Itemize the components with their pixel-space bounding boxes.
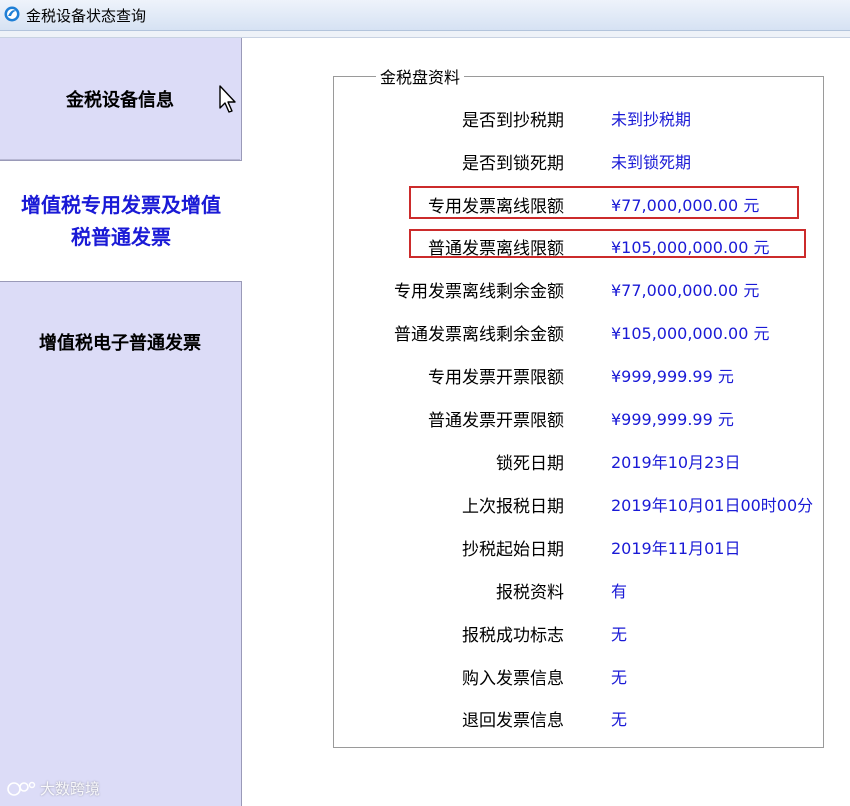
row-label: 专用发票开票限额 xyxy=(428,368,564,388)
info-row: 报税成功标志 无 xyxy=(334,617,850,647)
info-row: 购入发票信息 无 xyxy=(334,660,850,690)
row-value: 无 xyxy=(611,710,628,729)
row-label: 抄税起始日期 xyxy=(462,540,564,560)
title-divider xyxy=(0,31,850,38)
tab-vat-electronic-invoice[interactable]: 增值税电子普通发票 xyxy=(0,310,240,374)
row-label: 报税资料 xyxy=(496,583,564,603)
row-value: 无 xyxy=(611,625,628,644)
row-value: ¥999,999.99 元 xyxy=(611,367,734,386)
info-row: 报税资料 有 xyxy=(334,574,850,604)
row-value: ¥77,000,000.00 元 xyxy=(611,196,760,215)
tab-tax-device-info[interactable]: 金税设备信息 xyxy=(0,38,240,160)
app-logo-icon xyxy=(4,6,20,22)
row-value: 2019年10月01日00时00分 xyxy=(611,496,814,515)
row-value: ¥77,000,000.00 元 xyxy=(611,281,760,300)
info-row: 抄税起始日期 2019年11月01日 xyxy=(334,531,850,561)
row-value: 未到锁死期 xyxy=(611,153,692,172)
watermark-text: 大数跨境 xyxy=(40,780,101,798)
row-label: 退回发票信息 xyxy=(462,711,564,731)
window-title: 金税设备状态查询 xyxy=(26,7,147,25)
row-label: 是否到抄税期 xyxy=(462,111,564,131)
info-row: 普通发票离线限额 ¥105,000,000.00 元 xyxy=(334,230,850,260)
groupbox-legend: 金税盘资料 xyxy=(376,64,465,88)
row-value: 2019年10月23日 xyxy=(611,453,741,472)
row-label: 上次报税日期 xyxy=(462,497,564,517)
watermark-logo-icon xyxy=(7,781,36,796)
info-row: 退回发票信息 无 xyxy=(334,702,850,732)
row-label: 购入发票信息 xyxy=(462,669,564,689)
tab-label: 增值税电子普通发票 xyxy=(39,333,201,354)
info-row: 普通发票离线剩余金额 ¥105,000,000.00 元 xyxy=(334,316,850,346)
info-row: 专用发票离线限额 ¥77,000,000.00 元 xyxy=(334,188,850,218)
row-value: ¥105,000,000.00 元 xyxy=(611,324,770,343)
info-row: 专用发票开票限额 ¥999,999.99 元 xyxy=(334,359,850,389)
tab-label: 金税设备信息 xyxy=(66,89,174,111)
row-label: 报税成功标志 xyxy=(462,626,564,646)
row-label: 专用发票离线剩余金额 xyxy=(394,282,564,302)
tab-vat-special-and-normal-invoice[interactable]: 增值税专用发票及增值税普通发票 xyxy=(0,160,242,282)
title-bar: 金税设备状态查询 xyxy=(0,0,850,31)
sidebar: 金税设备信息 增值税专用发票及增值税普通发票 增值税电子普通发票 xyxy=(0,38,242,806)
row-label: 普通发票离线剩余金额 xyxy=(394,325,564,345)
mouse-cursor-icon xyxy=(219,85,236,113)
info-row: 上次报税日期 2019年10月01日00时00分 xyxy=(334,488,850,518)
info-row: 是否到抄税期 未到抄税期 xyxy=(334,102,850,132)
row-value: 2019年11月01日 xyxy=(611,539,741,558)
tab-label: 增值税专用发票及增值税普通发票 xyxy=(21,193,221,249)
info-row: 是否到锁死期 未到锁死期 xyxy=(334,145,850,175)
row-value: 未到抄税期 xyxy=(611,110,692,129)
row-value: ¥999,999.99 元 xyxy=(611,410,734,429)
row-value: 有 xyxy=(611,582,628,601)
row-label: 普通发票离线限额 xyxy=(428,239,564,259)
row-value: 无 xyxy=(611,668,628,687)
row-label: 专用发票离线限额 xyxy=(428,197,564,217)
row-value: ¥105,000,000.00 元 xyxy=(611,238,770,257)
row-label: 普通发票开票限额 xyxy=(428,411,564,431)
row-label: 是否到锁死期 xyxy=(462,154,564,174)
info-row: 锁死日期 2019年10月23日 xyxy=(334,445,850,475)
row-label: 锁死日期 xyxy=(496,454,564,474)
watermark: 大数跨境 xyxy=(6,778,100,799)
info-row: 普通发票开票限额 ¥999,999.99 元 xyxy=(334,402,850,432)
info-row: 专用发票离线剩余金额 ¥77,000,000.00 元 xyxy=(334,273,850,303)
